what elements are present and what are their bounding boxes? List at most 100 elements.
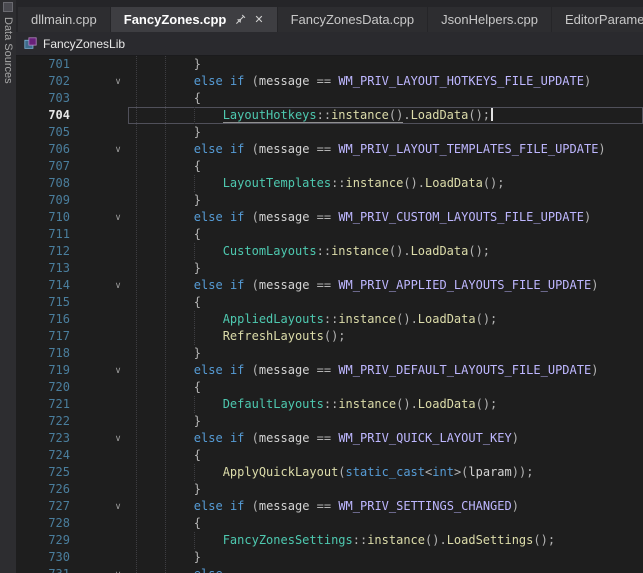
code-text[interactable]: else if (message == WM_PRIV_APPLIED_LAYO… [128, 277, 643, 294]
breakpoint-margin[interactable] [78, 379, 108, 396]
breakpoint-margin[interactable] [78, 294, 108, 311]
code-text[interactable]: RefreshLayouts(); [128, 328, 643, 345]
code-text[interactable]: { [128, 515, 643, 532]
breakpoint-margin[interactable] [78, 328, 108, 345]
code-text[interactable]: ApplyQuickLayout(static_cast<int>(lparam… [128, 464, 643, 481]
breakpoint-margin[interactable] [78, 498, 108, 515]
code-text[interactable]: } [128, 481, 643, 498]
code-text[interactable]: } [128, 192, 643, 209]
code-text[interactable]: LayoutTemplates::instance().LoadData(); [128, 175, 643, 192]
code-text[interactable]: } [128, 345, 643, 362]
code-text[interactable]: { [128, 447, 643, 464]
breakpoint-margin[interactable] [78, 73, 108, 90]
breakpoint-margin[interactable] [78, 413, 108, 430]
breakpoint-margin[interactable] [78, 141, 108, 158]
code-text[interactable]: FancyZonesSettings::instance().LoadSetti… [128, 532, 643, 549]
line-number[interactable]: 703 [16, 90, 78, 107]
breakpoint-margin[interactable] [78, 260, 108, 277]
breakpoint-margin[interactable] [78, 464, 108, 481]
code-text[interactable]: { [128, 294, 643, 311]
breakpoint-margin[interactable] [78, 226, 108, 243]
line-number[interactable]: 714 [16, 277, 78, 294]
line-number[interactable]: 709 [16, 192, 78, 209]
code-text[interactable]: else if (message == WM_PRIV_QUICK_LAYOUT… [128, 430, 643, 447]
line-number[interactable]: 722 [16, 413, 78, 430]
breakpoint-margin[interactable] [78, 56, 108, 73]
breakpoint-margin[interactable] [78, 243, 108, 260]
fold-collapse-icon[interactable]: ∨ [108, 566, 128, 573]
code-editor[interactable]: 701 }702∨ else if (message == WM_PRIV_LA… [16, 56, 643, 573]
line-number[interactable]: 727 [16, 498, 78, 515]
code-text[interactable]: else if (message == WM_PRIV_SETTINGS_CHA… [128, 498, 643, 515]
code-text[interactable]: else [128, 566, 643, 573]
code-text[interactable]: AppliedLayouts::instance().LoadData(); [128, 311, 643, 328]
line-number[interactable]: 720 [16, 379, 78, 396]
tab-editorparameters[interactable]: EditorParameters [552, 7, 643, 32]
code-text[interactable]: { [128, 226, 643, 243]
breakpoint-margin[interactable] [78, 430, 108, 447]
code-text[interactable]: } [128, 260, 643, 277]
line-number[interactable]: 731 [16, 566, 78, 573]
tool-tab-data-sources[interactable]: Data Sources [2, 17, 14, 84]
line-number[interactable]: 708 [16, 175, 78, 192]
line-number[interactable]: 729 [16, 532, 78, 549]
pin-icon[interactable] [235, 14, 246, 25]
line-number[interactable]: 726 [16, 481, 78, 498]
line-number[interactable]: 713 [16, 260, 78, 277]
tab-dllmain-cpp[interactable]: dllmain.cpp [18, 7, 110, 32]
code-text[interactable]: LayoutHotkeys::instance().LoadData(); [128, 107, 643, 124]
code-text[interactable]: } [128, 413, 643, 430]
line-number[interactable]: 723 [16, 430, 78, 447]
tab-fancyzones-cpp[interactable]: FancyZones.cpp✕ [111, 7, 277, 32]
breakpoint-margin[interactable] [78, 396, 108, 413]
code-text[interactable]: CustomLayouts::instance().LoadData(); [128, 243, 643, 260]
breakpoint-margin[interactable] [78, 311, 108, 328]
breakpoint-margin[interactable] [78, 481, 108, 498]
line-number[interactable]: 707 [16, 158, 78, 175]
fold-collapse-icon[interactable]: ∨ [108, 430, 128, 447]
line-number[interactable]: 705 [16, 124, 78, 141]
code-text[interactable]: else if (message == WM_PRIV_CUSTOM_LAYOU… [128, 209, 643, 226]
line-number[interactable]: 718 [16, 345, 78, 362]
breakpoint-margin[interactable] [78, 158, 108, 175]
line-number[interactable]: 704 [16, 107, 78, 124]
breakpoint-margin[interactable] [78, 532, 108, 549]
line-number[interactable]: 728 [16, 515, 78, 532]
project-name[interactable]: FancyZonesLib [43, 37, 125, 51]
breakpoint-margin[interactable] [78, 362, 108, 379]
tab-jsonhelpers-cpp[interactable]: JsonHelpers.cpp [428, 7, 551, 32]
fold-collapse-icon[interactable]: ∨ [108, 362, 128, 379]
line-number[interactable]: 701 [16, 56, 78, 73]
code-text[interactable]: } [128, 56, 643, 73]
breakpoint-margin[interactable] [78, 549, 108, 566]
code-text[interactable]: else if (message == WM_PRIV_DEFAULT_LAYO… [128, 362, 643, 379]
line-number[interactable]: 711 [16, 226, 78, 243]
line-number[interactable]: 710 [16, 209, 78, 226]
breakpoint-margin[interactable] [78, 277, 108, 294]
code-text[interactable]: } [128, 124, 643, 141]
breakpoint-margin[interactable] [78, 192, 108, 209]
breakpoint-margin[interactable] [78, 345, 108, 362]
code-text[interactable]: { [128, 158, 643, 175]
line-number[interactable]: 702 [16, 73, 78, 90]
fold-collapse-icon[interactable]: ∨ [108, 73, 128, 90]
line-number[interactable]: 721 [16, 396, 78, 413]
data-sources-icon[interactable] [3, 2, 13, 12]
line-number[interactable]: 724 [16, 447, 78, 464]
breakpoint-margin[interactable] [78, 107, 108, 124]
line-number[interactable]: 715 [16, 294, 78, 311]
code-text[interactable]: DefaultLayouts::instance().LoadData(); [128, 396, 643, 413]
code-text[interactable]: { [128, 90, 643, 107]
line-number[interactable]: 717 [16, 328, 78, 345]
breakpoint-margin[interactable] [78, 209, 108, 226]
code-text[interactable]: { [128, 379, 643, 396]
breakpoint-margin[interactable] [78, 566, 108, 573]
code-text[interactable]: } [128, 549, 643, 566]
breakpoint-margin[interactable] [78, 175, 108, 192]
tab-fancyzonesdata-cpp[interactable]: FancyZonesData.cpp [278, 7, 428, 32]
close-icon[interactable]: ✕ [254, 13, 263, 26]
line-number[interactable]: 706 [16, 141, 78, 158]
line-number[interactable]: 712 [16, 243, 78, 260]
breakpoint-margin[interactable] [78, 515, 108, 532]
line-number[interactable]: 719 [16, 362, 78, 379]
